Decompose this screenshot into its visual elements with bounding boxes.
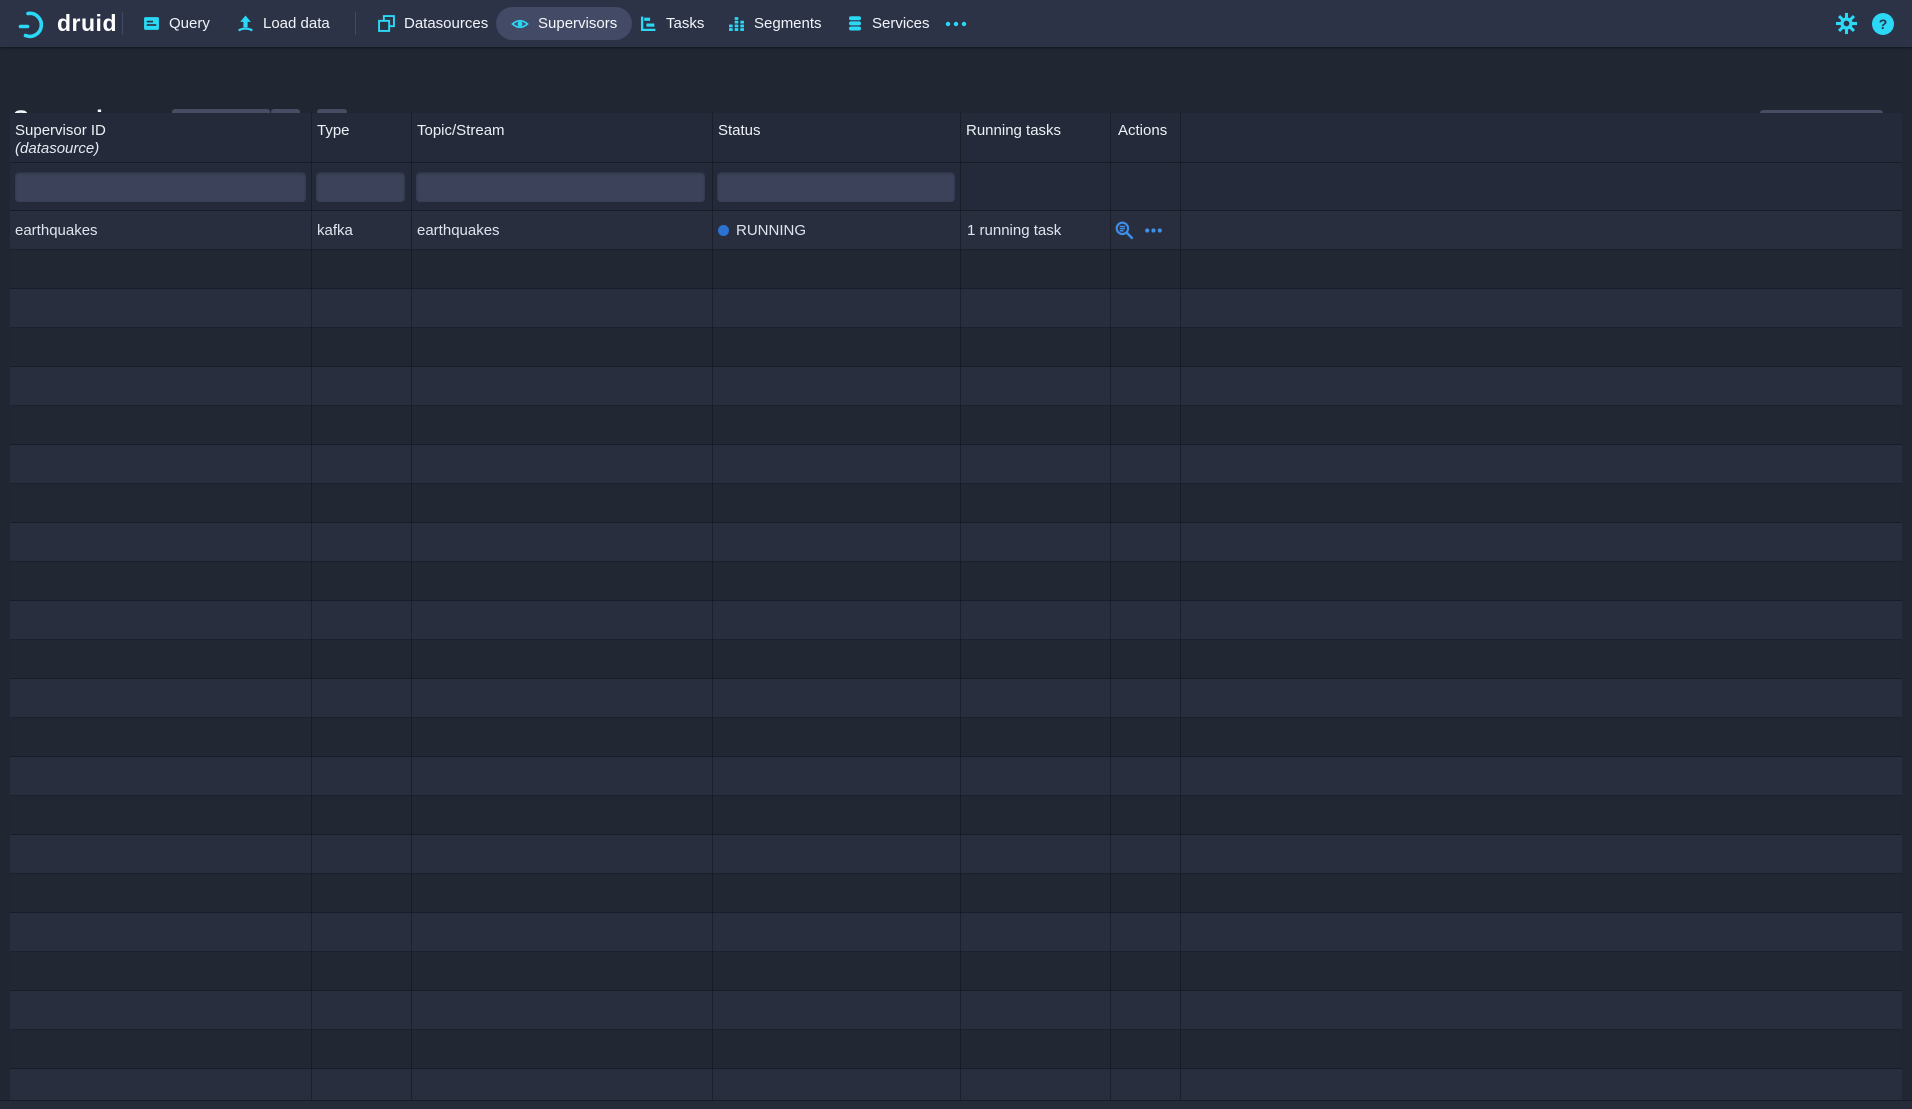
column-header-type[interactable]: Type bbox=[317, 122, 350, 140]
table-row[interactable]: earthquakes kafka earthquakes RUNNING 1 … bbox=[10, 211, 1902, 250]
table-row-empty bbox=[10, 445, 1902, 484]
table-row-empty bbox=[10, 1069, 1902, 1100]
cell-supervisor-id[interactable]: earthquakes bbox=[15, 211, 98, 249]
table-row-empty bbox=[10, 757, 1902, 796]
nav-label: Load data bbox=[263, 15, 330, 32]
column-header-status[interactable]: Status bbox=[718, 122, 761, 140]
cell-topic-stream: earthquakes bbox=[417, 211, 500, 249]
nav-label: Datasources bbox=[404, 15, 488, 32]
table-row-empty bbox=[10, 874, 1902, 913]
table-row-empty bbox=[10, 1030, 1902, 1069]
upload-icon bbox=[237, 15, 254, 32]
cell-actions bbox=[1115, 211, 1163, 249]
nav-divider bbox=[122, 12, 123, 35]
table-row-empty bbox=[10, 679, 1902, 718]
table-row-empty bbox=[10, 796, 1902, 835]
column-separator bbox=[1180, 113, 1181, 1100]
table-row-empty bbox=[10, 601, 1902, 640]
table-body: earthquakes kafka earthquakes RUNNING 1 … bbox=[10, 211, 1902, 1100]
column-separator bbox=[960, 113, 961, 1100]
cell-running-tasks[interactable]: 1 running task bbox=[967, 211, 1061, 249]
table-header-row: Supervisor ID (datasource) Type Topic/St… bbox=[10, 113, 1902, 162]
nav-divider bbox=[355, 12, 356, 35]
help-icon[interactable]: ? bbox=[1871, 12, 1895, 36]
column-header-running-tasks[interactable]: Running tasks bbox=[966, 122, 1061, 140]
top-navbar: druid Query Load data Da bbox=[0, 0, 1912, 47]
nav-item-load-data[interactable]: Load data bbox=[237, 0, 330, 47]
column-separator bbox=[311, 113, 312, 1100]
column-header-actions[interactable]: Actions bbox=[1118, 122, 1167, 140]
bar-chart-icon bbox=[728, 15, 745, 32]
column-header-supervisor-id[interactable]: Supervisor ID (datasource) bbox=[15, 122, 106, 158]
table-row-empty bbox=[10, 289, 1902, 328]
svg-text:?: ? bbox=[1879, 16, 1888, 32]
druid-logo-icon bbox=[16, 7, 50, 41]
nav-item-tasks[interactable]: Tasks bbox=[640, 0, 704, 47]
nav-item-query[interactable]: Query bbox=[143, 0, 210, 47]
table-row-empty bbox=[10, 991, 1902, 1030]
ellipsis-icon bbox=[945, 20, 967, 28]
table-row-empty bbox=[10, 835, 1902, 874]
table-filter-row bbox=[10, 162, 1902, 211]
nav-label: Supervisors bbox=[538, 15, 617, 32]
inspect-supervisor-icon[interactable] bbox=[1115, 221, 1134, 240]
column-separator bbox=[411, 113, 412, 1100]
brand-name: druid bbox=[57, 10, 117, 37]
nav-label: Tasks bbox=[666, 15, 704, 32]
table-row-empty bbox=[10, 718, 1902, 757]
table-row-empty bbox=[10, 406, 1902, 445]
filter-input-topic-stream[interactable] bbox=[416, 172, 705, 202]
table-row-empty bbox=[10, 484, 1902, 523]
table-row-empty bbox=[10, 952, 1902, 991]
table-row-empty bbox=[10, 913, 1902, 952]
row-actions-menu-icon[interactable] bbox=[1144, 227, 1163, 234]
nav-item-services[interactable]: Services bbox=[847, 0, 930, 47]
application-icon bbox=[143, 15, 160, 32]
brand[interactable]: druid bbox=[16, 0, 117, 47]
table-row-empty bbox=[10, 640, 1902, 679]
gear-icon[interactable] bbox=[1835, 12, 1858, 35]
nav-item-segments[interactable]: Segments bbox=[728, 0, 822, 47]
filter-input-supervisor-id[interactable] bbox=[15, 172, 306, 202]
gantt-icon bbox=[640, 15, 657, 32]
table-row-empty bbox=[10, 523, 1902, 562]
table-row-empty bbox=[10, 328, 1902, 367]
view-toolbar: Supervisors Refresh Columns (6/6) bbox=[0, 47, 1912, 113]
cell-status: RUNNING bbox=[718, 211, 806, 249]
nav-label: Segments bbox=[754, 15, 822, 32]
column-separator bbox=[1110, 113, 1111, 1100]
filter-input-type[interactable] bbox=[316, 172, 405, 202]
supervisors-table: Supervisor ID (datasource) Type Topic/St… bbox=[10, 113, 1902, 1100]
table-row-empty bbox=[10, 562, 1902, 601]
nav-label: Services bbox=[872, 15, 930, 32]
filter-input-status[interactable] bbox=[717, 172, 955, 202]
eye-icon bbox=[511, 16, 529, 32]
nav-more-menu[interactable] bbox=[945, 0, 967, 47]
database-icon bbox=[847, 15, 863, 32]
horizontal-scrollbar[interactable] bbox=[0, 1100, 1912, 1109]
column-separator bbox=[712, 113, 713, 1100]
table-row-empty bbox=[10, 250, 1902, 289]
nav-label: Query bbox=[169, 15, 210, 32]
datasources-icon bbox=[378, 15, 395, 32]
nav-item-datasources[interactable]: Datasources bbox=[378, 0, 488, 47]
table-row-empty bbox=[10, 367, 1902, 406]
nav-item-supervisors-active[interactable]: Supervisors bbox=[496, 7, 632, 40]
cell-type: kafka bbox=[317, 211, 353, 249]
column-header-topic-stream[interactable]: Topic/Stream bbox=[417, 122, 505, 140]
status-running-dot bbox=[718, 225, 729, 236]
